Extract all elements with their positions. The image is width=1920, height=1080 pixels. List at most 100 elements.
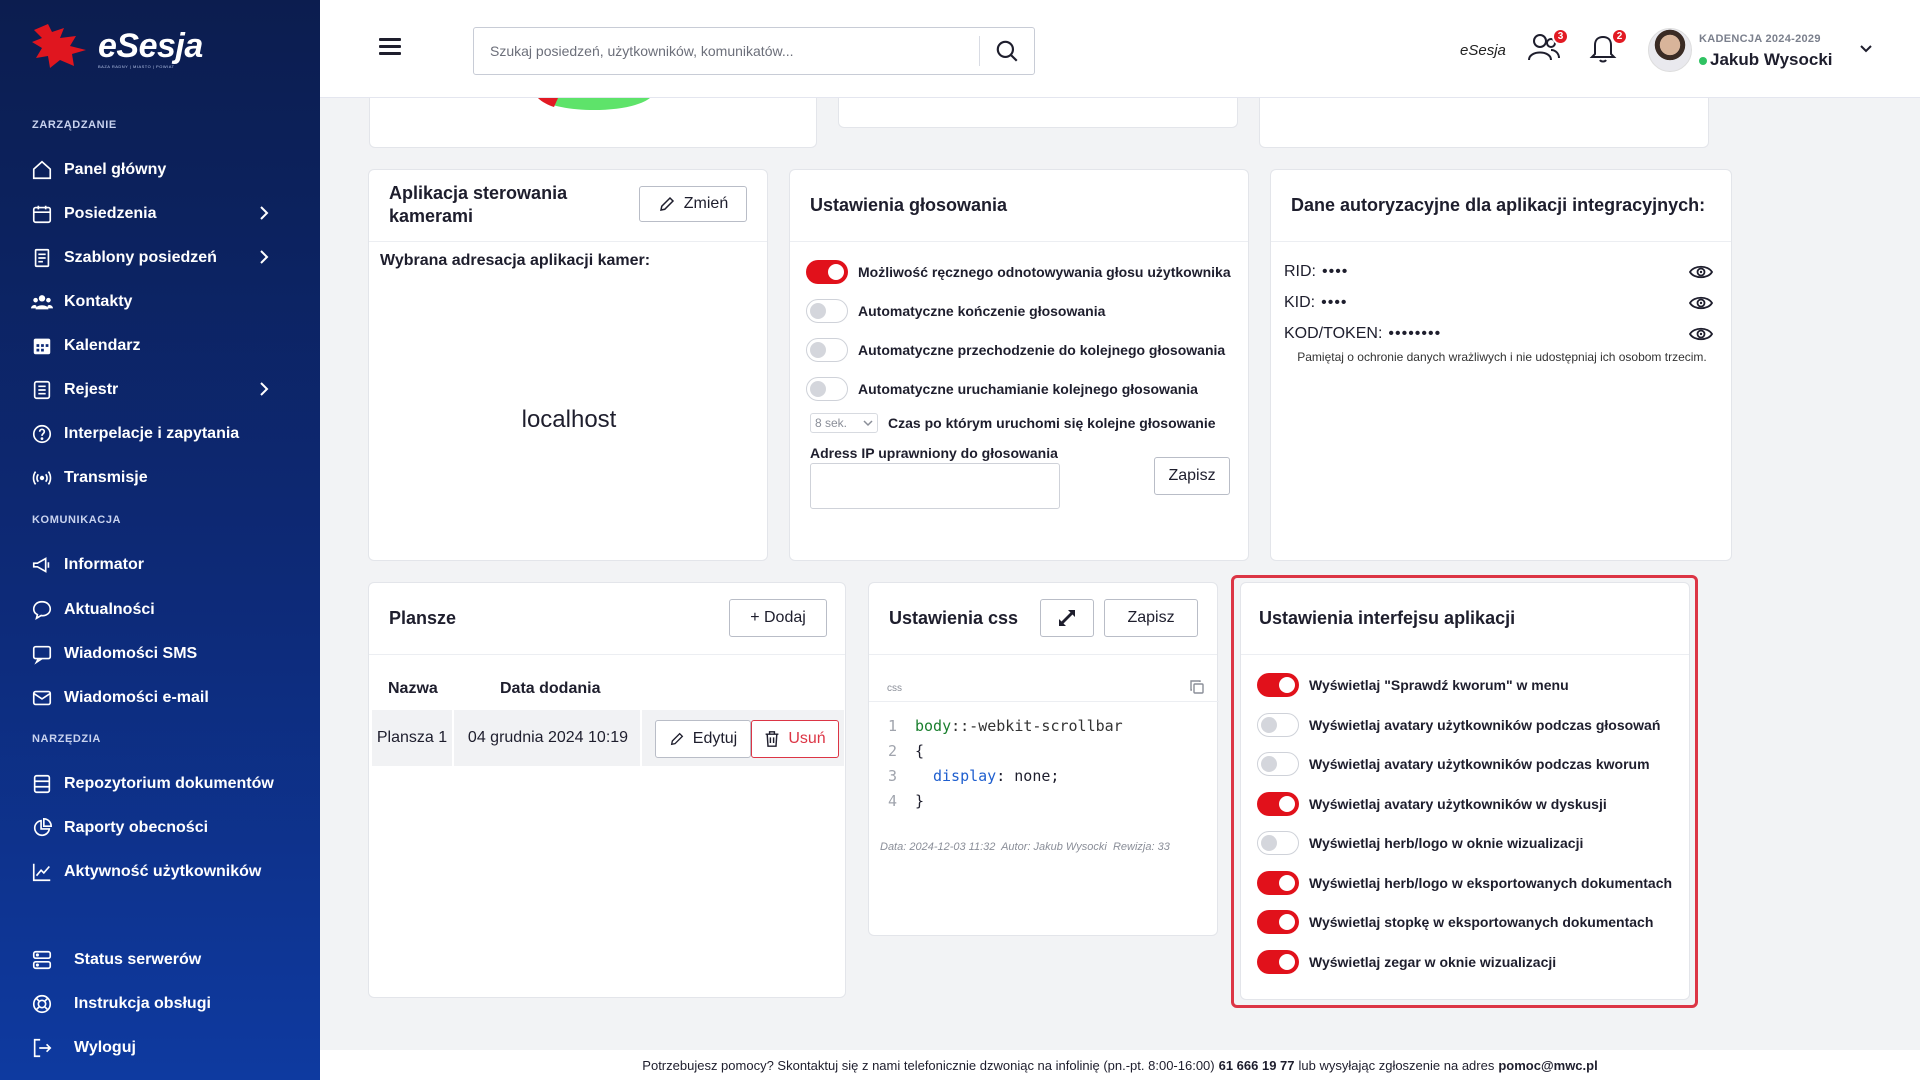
edit-board-button[interactable]: Edytuj (655, 720, 751, 758)
sidebar-item-contacts[interactable]: Kontakty (30, 285, 300, 319)
toggle-knob (810, 381, 826, 397)
chevron-right-icon (260, 382, 269, 396)
sidebar-item-news[interactable]: Aktualności (30, 593, 300, 627)
toggle-row: Wyświetlaj "Sprawdź kworum" w menu (1257, 673, 1569, 697)
line-number: 3 (887, 767, 897, 785)
sidebar-item-label: Rejestr (64, 381, 119, 398)
sidebar-item-attendance[interactable]: Raporty obecności (30, 811, 300, 845)
sidebar-item-register[interactable]: Rejestr (30, 373, 300, 407)
sidebar-item-server-status[interactable]: Status serwerów (30, 943, 300, 977)
users-button[interactable]: 3 (1527, 28, 1569, 66)
copy-icon[interactable] (1189, 679, 1205, 695)
footer-text: Potrzebujesz pomocy? Skontaktuj się z na… (642, 1057, 1215, 1073)
top-header: eSesja 3 2 KADENCJA 2024-2029 Jakub Wyso… (320, 0, 1920, 98)
sidebar-item-broadcasts[interactable]: Transmisje (30, 461, 300, 495)
auth-field-row: KID: •••• (1284, 294, 1348, 312)
sidebar-item-label: Kalendarz (64, 337, 141, 354)
code-language-label: css (887, 683, 902, 694)
sidebar-item-label: Informator (64, 556, 144, 573)
notifications-button[interactable]: 2 (1586, 28, 1628, 66)
sidebar-item-logout[interactable]: Wyloguj (30, 1031, 300, 1065)
add-button-label: + Dodaj (750, 609, 806, 626)
search-icon[interactable] (994, 38, 1020, 64)
toggle-switch[interactable] (1257, 910, 1299, 934)
sidebar-item-panel[interactable]: Panel główny (30, 153, 300, 187)
sidebar-item-informator[interactable]: Informator (30, 548, 300, 582)
footer-email[interactable]: pomoc@mwc.pl (1498, 1058, 1597, 1073)
footer-middle: lub wysyłając zgłoszenie na adres (1298, 1057, 1495, 1073)
sidebar-item-meetings[interactable]: Posiedzenia (30, 197, 300, 231)
toggle-switch[interactable] (806, 260, 848, 284)
sidebar-item-templates[interactable]: Szablony posiedzeń (30, 241, 300, 275)
fullscreen-button[interactable] (1040, 599, 1094, 637)
toggle-switch[interactable] (1257, 712, 1299, 737)
eye-icon[interactable] (1689, 295, 1713, 311)
toggle-label: Wyświetlaj "Sprawdź kworum" w menu (1309, 677, 1569, 693)
voting-save-button[interactable]: Zapisz (1154, 457, 1230, 495)
sidebar-item-repository[interactable]: Repozytorium dokumentów (30, 767, 300, 801)
toggle-switch[interactable] (1257, 673, 1299, 697)
ip-input[interactable] (810, 463, 1060, 509)
toggle-knob (1261, 716, 1277, 733)
column-header-name: Nazwa (388, 680, 438, 697)
auth-data-card: Dane autoryzacyjne dla aplikacji integra… (1270, 169, 1732, 561)
search-input[interactable] (474, 28, 976, 74)
sidebar-item-manual[interactable]: Instrukcja obsługi (30, 987, 300, 1021)
ip-label: Adress IP uprawniony do głosowania (810, 445, 1058, 461)
toggle-switch[interactable] (1257, 831, 1299, 855)
sidebar-item-activity[interactable]: Aktywność użytkowników (30, 855, 300, 889)
eye-icon[interactable] (1689, 264, 1713, 280)
toggle-knob (1279, 677, 1295, 693)
change-button-label: Zmień (683, 195, 729, 212)
chevron-right-icon (260, 250, 269, 264)
sidebar-item-label: Kontakty (64, 293, 133, 310)
sidebar-item-label: Transmisje (64, 469, 148, 486)
calendar-icon (30, 202, 54, 226)
user-menu[interactable]: KADENCJA 2024-2029 Jakub Wysocki (1648, 28, 1888, 74)
app-logo[interactable]: eSesja (30, 22, 203, 70)
voting-card-title: Ustawienia głosowania (810, 195, 1008, 215)
delay-select[interactable]: 8 sek. (810, 413, 878, 433)
css-save-button[interactable]: Zapisz (1104, 599, 1198, 637)
toggle-label: Wyświetlaj avatary użytkowników podczas … (1309, 716, 1661, 733)
delete-board-button[interactable]: Usuń (751, 720, 839, 758)
avatar (1648, 28, 1692, 72)
toggle-label: Możliwość ręcznego odnotowywania głosu u… (858, 264, 1231, 280)
interface-settings-card: Ustawienia interfejsu aplikacji Wyświetl… (1240, 582, 1690, 1000)
search-box (473, 27, 1035, 75)
card-partial-2 (838, 98, 1238, 128)
sidebar-item-sms[interactable]: Wiadomości SMS (30, 637, 300, 671)
css-code-editor[interactable]: 1 body::-webkit-scrollbar 2 { 3 display: no… (869, 714, 1219, 814)
toggle-switch[interactable] (1257, 949, 1299, 974)
search-divider (979, 36, 980, 66)
toggle-switch[interactable] (806, 377, 848, 401)
auth-field-row: KOD/TOKEN: •••••••• (1284, 325, 1441, 343)
toggle-knob (1279, 795, 1295, 812)
sidebar-item-email[interactable]: Wiadomości e-mail (30, 681, 300, 715)
toggle-switch[interactable] (806, 338, 848, 362)
menu-toggle-button[interactable] (379, 38, 401, 56)
toggle-switch[interactable] (806, 299, 848, 323)
add-board-button[interactable]: + Dodaj (729, 599, 827, 637)
footer-phone[interactable]: 61 666 19 77 (1219, 1058, 1295, 1073)
boards-card-title: Plansze (389, 608, 457, 628)
pencil-icon (670, 732, 684, 746)
toggle-label: Automatyczne kończenie głosowania (858, 303, 1106, 319)
sidebar-item-calendar[interactable]: Kalendarz (30, 329, 300, 363)
toggle-switch[interactable] (1257, 870, 1299, 895)
toggle-row: Automatyczne kończenie głosowania (806, 299, 1105, 323)
toggle-switch[interactable] (1257, 791, 1299, 816)
save-button-label: Zapisz (1127, 609, 1175, 626)
change-camera-button[interactable]: Zmień (639, 186, 747, 222)
chevron-down-icon[interactable] (1859, 44, 1873, 54)
toggle-switch[interactable] (1257, 752, 1299, 776)
code-divider (869, 701, 1219, 702)
eye-icon[interactable] (1689, 326, 1713, 342)
user-term: KADENCJA 2024-2029 (1699, 33, 1821, 45)
pie-chart-fragment (538, 98, 650, 110)
toggle-knob (828, 264, 844, 280)
camera-app-card: Aplikacja sterowania kamerami Zmień Wybr… (368, 169, 768, 561)
toggle-label: Wyświetlaj stopkę w eksportowanych dokum… (1309, 914, 1654, 930)
sidebar-item-interpellations[interactable]: Interpelacje i zapytania (30, 417, 300, 451)
section-label-communication: KOMUNIKACJA (32, 514, 122, 526)
